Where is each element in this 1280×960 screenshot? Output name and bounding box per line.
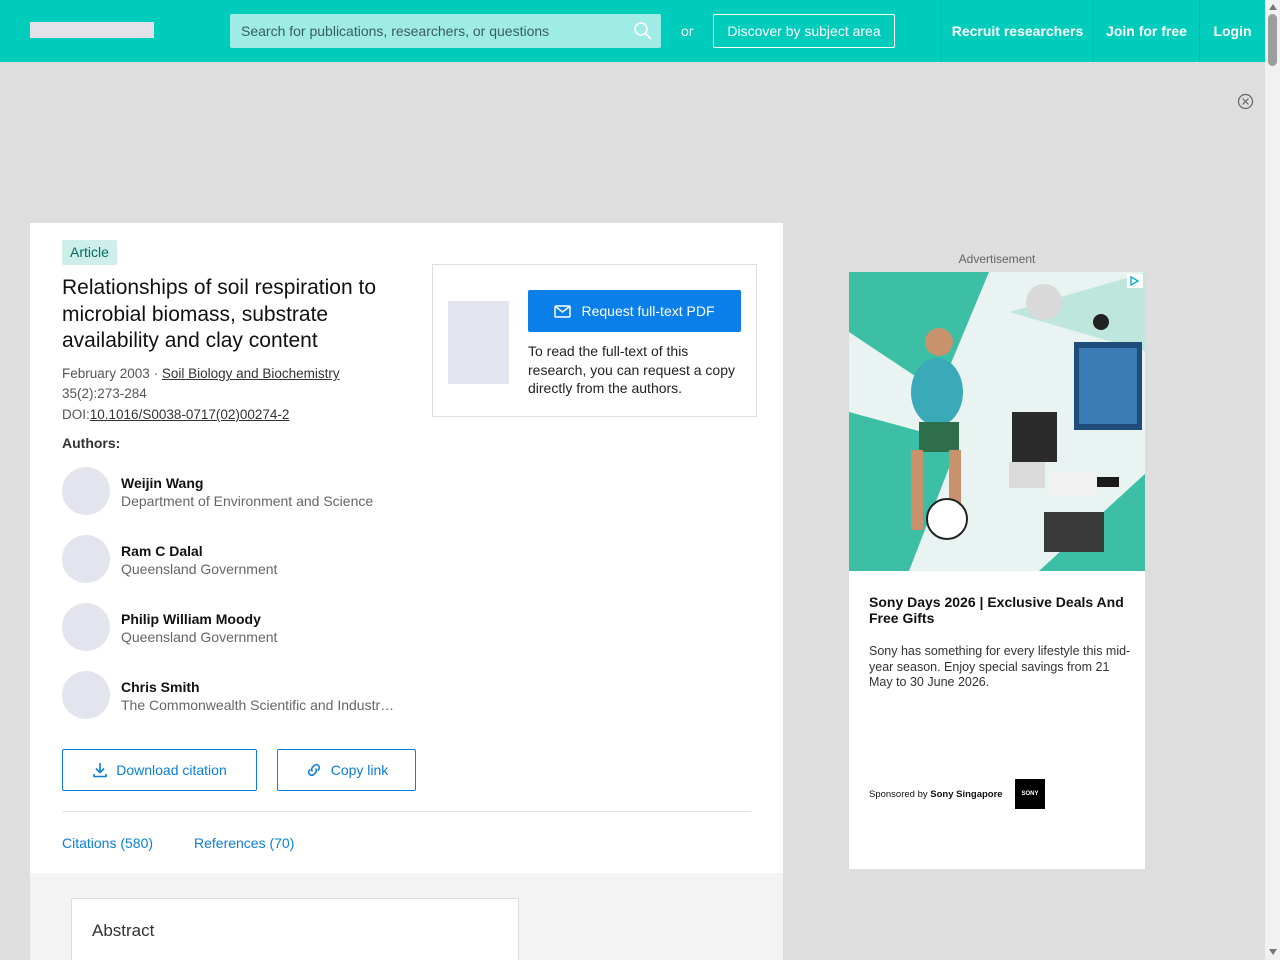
issue-pages: 35(2):273-284: [62, 386, 147, 401]
scroll-up-arrow-icon[interactable]: [1269, 4, 1277, 10]
authors-label: Authors:: [62, 435, 121, 451]
scroll-thumb[interactable]: [1268, 14, 1277, 66]
author-name[interactable]: Ram C Dalal: [121, 543, 203, 559]
or-separator: or: [681, 23, 694, 39]
ad-choices-icon[interactable]: [1127, 274, 1143, 288]
request-fulltext-button[interactable]: Request full-text PDF: [528, 290, 741, 332]
author-item[interactable]: Chris Smith The Commonwealth Scientific …: [62, 671, 422, 721]
discover-subject-button[interactable]: Discover by subject area: [713, 14, 895, 48]
ad-body-text: Sony has something for every lifestyle t…: [869, 644, 1131, 689]
author-name[interactable]: Weijin Wang: [121, 475, 203, 491]
copy-link-label: Copy link: [330, 762, 389, 778]
request-description: To read the full-text of this research, …: [528, 343, 736, 396]
doi-line: DOI:10.1016/S0038-0717(02)00274-2: [62, 407, 289, 422]
advertisement-box[interactable]: Sony Days 2026 | Exclusive Deals And Fre…: [848, 271, 1146, 870]
meta-separator: ·: [149, 366, 162, 381]
ad-product-image[interactable]: [849, 272, 1146, 571]
doi-label: DOI:: [62, 407, 90, 422]
article-card: Article Relationships of soil respiratio…: [30, 223, 783, 873]
search-icon[interactable]: [633, 21, 653, 41]
publication-meta: February 2003 · Soil Biology and Biochem…: [62, 364, 402, 404]
request-fulltext-panel: Request full-text PDF To read the full-t…: [432, 264, 757, 417]
tab-citations[interactable]: Citations (580): [62, 835, 153, 851]
site-logo[interactable]: [30, 22, 154, 38]
ad-sponsor-name[interactable]: Sony Singapore: [930, 789, 1002, 800]
sponsor-logo[interactable]: SONY: [1015, 779, 1045, 809]
login-link[interactable]: Login: [1199, 0, 1265, 62]
download-icon: [93, 763, 108, 778]
publication-date: February 2003: [62, 366, 150, 381]
author-affiliation: The Commonwealth Scientific and Industri…: [121, 697, 396, 713]
abstract-card: Abstract: [71, 898, 519, 960]
download-citation-label: Download citation: [116, 762, 227, 778]
scroll-down-arrow-icon[interactable]: [1269, 949, 1277, 955]
close-ad-icon[interactable]: [1237, 93, 1254, 110]
article-type-badge: Article: [62, 240, 117, 265]
author-item[interactable]: Weijin Wang Department of Environment an…: [62, 467, 422, 517]
divider: [62, 811, 751, 812]
author-name[interactable]: Philip William Moody: [121, 611, 261, 627]
author-affiliation: Queensland Government: [121, 629, 278, 645]
search-box[interactable]: [230, 14, 661, 48]
advertisement-label: Advertisement: [958, 252, 1036, 266]
copy-link-button[interactable]: Copy link: [277, 749, 416, 791]
search-input[interactable]: [230, 14, 630, 48]
author-item[interactable]: Philip William Moody Queensland Governme…: [62, 603, 422, 653]
ad-headline[interactable]: Sony Days 2026 | Exclusive Deals And Fre…: [869, 594, 1129, 626]
recruit-researchers-link[interactable]: Recruit researchers: [941, 0, 1093, 62]
ad-sponsor-line: Sponsored by Sony Singapore: [869, 789, 1003, 800]
pdf-thumbnail: [448, 301, 509, 384]
avatar[interactable]: [62, 671, 110, 719]
avatar[interactable]: [62, 603, 110, 651]
avatar[interactable]: [62, 467, 110, 515]
join-for-free-link[interactable]: Join for free: [1093, 0, 1199, 62]
ad-sponsored-prefix: Sponsored by: [869, 789, 928, 800]
avatar[interactable]: [62, 535, 110, 583]
link-icon: [307, 763, 320, 777]
author-affiliation: Department of Environment and Science: [121, 493, 374, 509]
author-item[interactable]: Ram C Dalal Queensland Government: [62, 535, 422, 585]
author-affiliation: Queensland Government: [121, 561, 278, 577]
page-scrollbar[interactable]: [1265, 0, 1280, 960]
article-title: Relationships of soil respiration to mic…: [62, 276, 376, 352]
journal-link[interactable]: Soil Biology and Biochemistry: [162, 366, 340, 381]
tab-references[interactable]: References (70): [194, 835, 294, 851]
request-fulltext-label: Request full-text PDF: [581, 303, 715, 319]
mail-icon: [554, 304, 572, 318]
content-lower-area: Abstract: [30, 873, 783, 960]
author-name[interactable]: Chris Smith: [121, 679, 200, 695]
top-navigation-bar: or Discover by subject area Recruit rese…: [0, 0, 1265, 62]
abstract-heading: Abstract: [92, 921, 155, 940]
download-citation-button[interactable]: Download citation: [62, 749, 257, 791]
doi-link[interactable]: 10.1016/S0038-0717(02)00274-2: [90, 407, 290, 422]
